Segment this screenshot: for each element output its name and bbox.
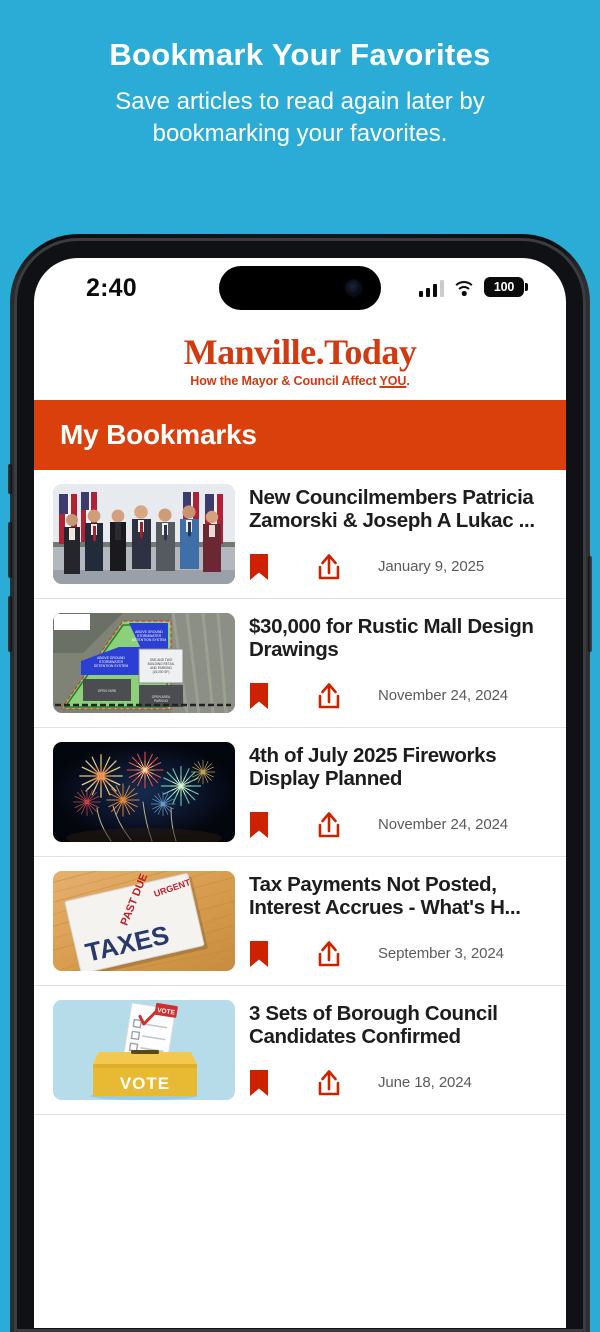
bookmark-filled-icon[interactable] [249, 1069, 269, 1097]
share-icon[interactable] [316, 940, 342, 968]
logo-tagline-before: How the Mayor & Council Affect [190, 374, 380, 388]
status-indicators: 100 [418, 275, 528, 297]
svg-text:OPEN YARD: OPEN YARD [98, 689, 117, 693]
share-icon[interactable] [316, 553, 342, 581]
council-group-photo-icon [53, 484, 235, 584]
wifi-icon [452, 280, 476, 297]
svg-text:DETENTION SYSTEM: DETENTION SYSTEM [94, 664, 129, 668]
bookmark-filled-icon[interactable] [249, 682, 269, 710]
status-time: 2:40 [86, 274, 137, 302]
svg-text:PARKING: PARKING [154, 699, 169, 703]
phone-mockup: 2:40 100 Manville.Today How the Mayor & … [8, 232, 592, 1332]
front-camera-icon [346, 280, 361, 296]
article-date: June 18, 2024 [378, 1074, 472, 1092]
article-thumbnail[interactable]: URGENT PAST DUE TAXES [53, 871, 235, 971]
svg-text:DETENTION SYSTEM: DETENTION SYSTEM [132, 638, 167, 642]
article-date: November 24, 2024 [378, 687, 509, 705]
article-info: 4th of July 2025 Fireworks Display Plann… [235, 742, 548, 839]
article-actions: September 3, 2024 [249, 940, 548, 968]
article-actions: November 24, 2024 [249, 682, 548, 710]
article-thumbnail[interactable]: VOTE VOTE [53, 1000, 235, 1100]
bookmark-filled-icon[interactable] [249, 940, 269, 968]
article-date: January 9, 2025 [378, 558, 485, 576]
article-info: Tax Payments Not Posted, Interest Accrue… [235, 871, 548, 968]
list-item[interactable]: 4th of July 2025 Fireworks Display Plann… [34, 728, 566, 857]
logo-tagline: How the Mayor & Council Affect YOU. [34, 374, 566, 388]
article-title[interactable]: 4th of July 2025 Fireworks Display Plann… [249, 744, 548, 791]
share-icon[interactable] [316, 811, 342, 839]
bookmark-filled-icon[interactable] [249, 811, 269, 839]
bookmark-filled-icon[interactable] [249, 553, 269, 581]
page-title: My Bookmarks [60, 419, 257, 450]
article-title[interactable]: New Councilmembers Patricia Zamorski & J… [249, 486, 548, 533]
article-actions: January 9, 2025 [249, 553, 548, 581]
fireworks-photo-icon [53, 742, 235, 842]
list-item[interactable]: New Councilmembers Patricia Zamorski & J… [34, 470, 566, 599]
promo-title: Bookmark Your Favorites [109, 37, 491, 72]
bookmarks-list: New Councilmembers Patricia Zamorski & J… [34, 470, 566, 1115]
logo-tagline-emphasis: YOU [379, 374, 407, 388]
article-info: 3 Sets of Borough Council Candidates Con… [235, 1000, 548, 1097]
article-actions: June 18, 2024 [249, 1069, 548, 1097]
app-header-bar: My Bookmarks [34, 400, 566, 470]
site-plan-map-icon: ABOVE GROUNDSTORMWATERDETENTION SYSTEM A… [53, 613, 235, 713]
article-title[interactable]: $30,000 for Rustic Mall Design Drawings [249, 615, 548, 662]
battery-level-label: 100 [493, 279, 515, 294]
share-icon[interactable] [316, 682, 342, 710]
volume-down-button[interactable] [8, 596, 12, 652]
promo-banner: Bookmark Your Favorites Save articles to… [0, 0, 600, 232]
app-logo: Manville.Today How the Mayor & Council A… [34, 320, 566, 400]
article-date: September 3, 2024 [378, 945, 504, 963]
article-info: New Councilmembers Patricia Zamorski & J… [235, 484, 548, 581]
dynamic-island [219, 266, 381, 310]
article-thumbnail[interactable] [53, 484, 235, 584]
article-date: November 24, 2024 [378, 816, 509, 834]
battery-icon: 100 [484, 277, 528, 297]
promo-subtitle: Save articles to read again later by boo… [115, 88, 485, 148]
share-icon[interactable] [316, 1069, 342, 1097]
volume-up-button[interactable] [8, 522, 12, 578]
logo-wordmark: Manville.Today [183, 332, 417, 372]
phone-screen: 2:40 100 Manville.Today How the Mayor & … [34, 258, 566, 1328]
article-thumbnail[interactable] [53, 742, 235, 842]
list-item[interactable]: VOTE VOTE 3 Sets of Borough Council Cand… [34, 986, 566, 1115]
article-thumbnail[interactable]: ABOVE GROUND STORMWATER DETENTION SYSTEM A… [53, 613, 235, 713]
logo-tagline-after: . [406, 374, 410, 388]
tax-envelope-photo-icon: URGENT PAST DUE TAXES [53, 871, 235, 971]
list-item[interactable]: ABOVE GROUND STORMWATER DETENTION SYSTEM A… [34, 599, 566, 728]
cellular-bars-icon [418, 280, 444, 297]
svg-text:(15,000 SF): (15,000 SF) [153, 670, 170, 674]
article-actions: November 24, 2024 [249, 811, 548, 839]
vote-ballot-box-icon: VOTE VOTE [53, 1000, 235, 1100]
article-title[interactable]: Tax Payments Not Posted, Interest Accrue… [249, 873, 548, 920]
article-title[interactable]: 3 Sets of Borough Council Candidates Con… [249, 1002, 548, 1049]
status-bar: 2:40 100 [34, 258, 566, 320]
article-info: $30,000 for Rustic Mall Design Drawings … [235, 613, 548, 710]
svg-text:VOTE: VOTE [120, 1074, 170, 1093]
list-item[interactable]: URGENT PAST DUE TAXES Tax Payments Not P… [34, 857, 566, 986]
power-button[interactable] [588, 556, 592, 652]
mute-switch-button[interactable] [8, 464, 12, 494]
